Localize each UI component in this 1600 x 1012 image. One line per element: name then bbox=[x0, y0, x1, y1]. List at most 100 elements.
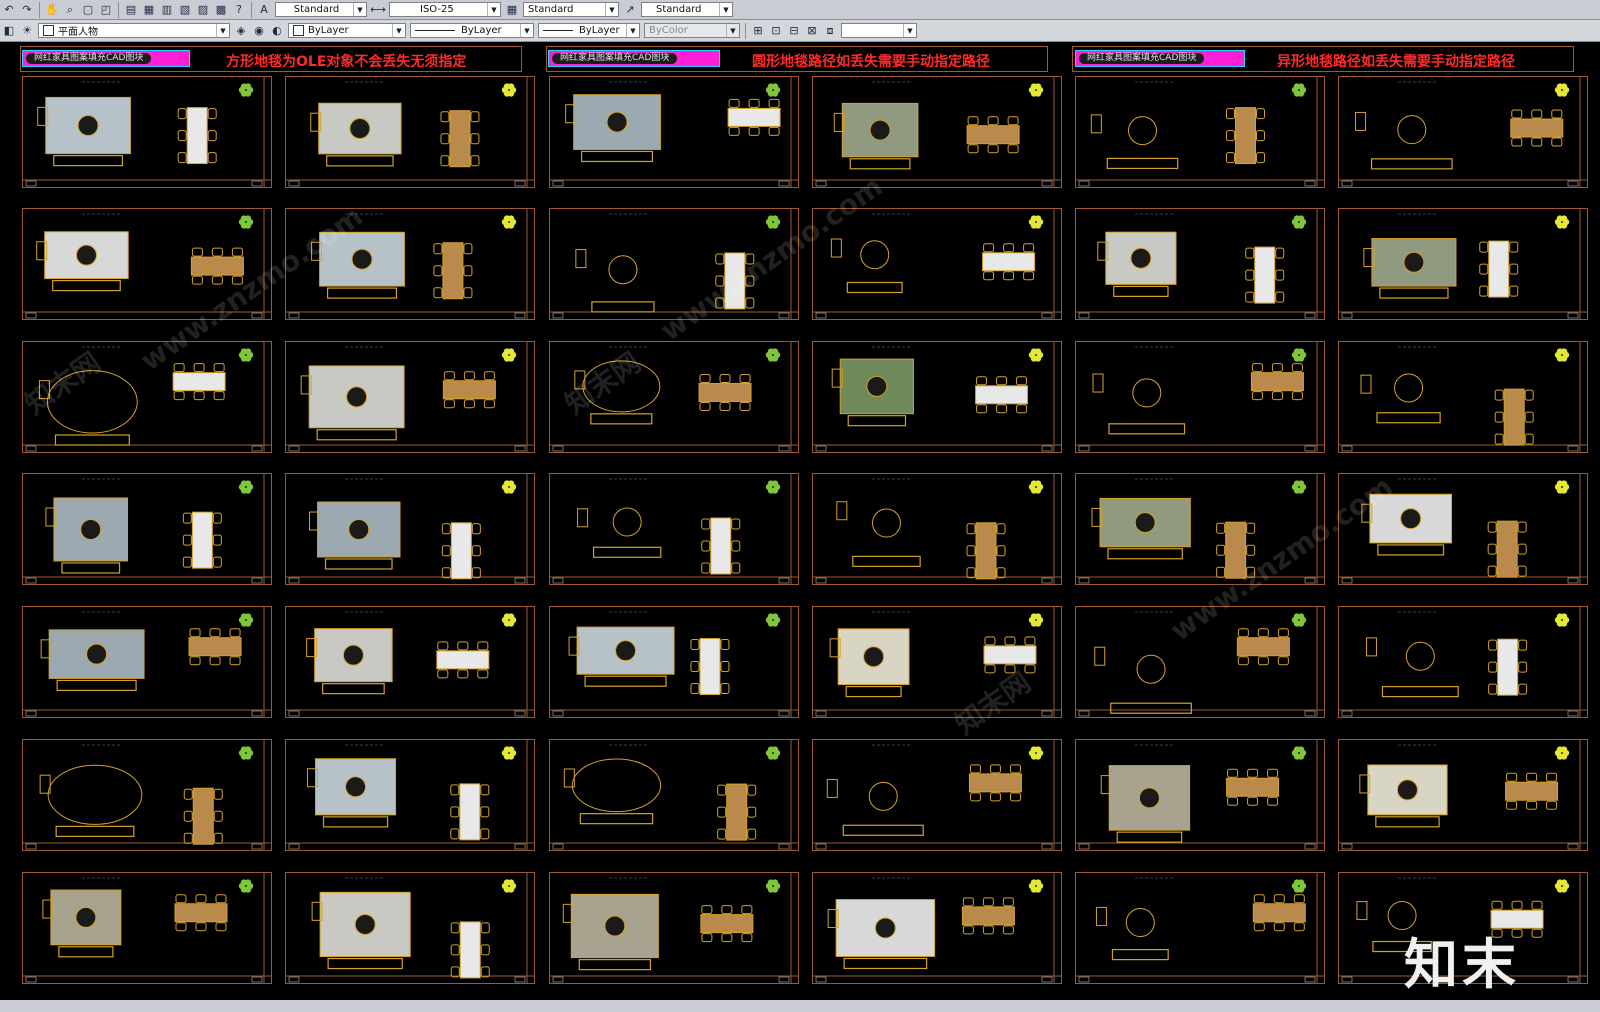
cad-block-cell[interactable] bbox=[1075, 606, 1325, 718]
coffee-table bbox=[1130, 247, 1152, 269]
cad-block-cell[interactable] bbox=[22, 872, 272, 984]
cad-block-cell[interactable] bbox=[285, 872, 535, 984]
dining-chair bbox=[1511, 109, 1523, 119]
viewport-icon[interactable]: ⊡ bbox=[768, 23, 784, 39]
mleader-style-dropdown[interactable]: Standard ▼ bbox=[641, 2, 733, 17]
viewport-scale-dropdown[interactable]: ▼ bbox=[841, 23, 917, 38]
text-style-dropdown[interactable]: Standard ▼ bbox=[275, 2, 367, 17]
text-style-icon[interactable]: A bbox=[256, 2, 272, 18]
corner-mark bbox=[1078, 577, 1090, 584]
viewport-icon[interactable]: ⧈ bbox=[822, 23, 838, 39]
mleader-style-icon[interactable]: ↗ bbox=[622, 2, 638, 18]
calculator-icon[interactable]: ▩ bbox=[213, 2, 229, 18]
cad-block-cell[interactable] bbox=[22, 473, 272, 585]
undo-icon[interactable]: ↶ bbox=[1, 2, 17, 18]
zoom-previous-icon[interactable]: ◰ bbox=[98, 2, 114, 18]
lineweight-dropdown[interactable]: ByLayer ▼ bbox=[538, 23, 640, 38]
cad-block-cell[interactable] bbox=[285, 341, 535, 453]
properties-icon[interactable]: ▤ bbox=[123, 2, 139, 18]
cad-block-cell[interactable] bbox=[285, 76, 535, 188]
table-style-icon[interactable]: ▦ bbox=[504, 2, 520, 18]
corner-mark bbox=[25, 577, 37, 584]
cad-block-cell[interactable] bbox=[285, 606, 535, 718]
cad-block-cell[interactable] bbox=[549, 606, 799, 718]
help-icon[interactable]: ? bbox=[231, 2, 247, 18]
design-center-icon[interactable]: ▦ bbox=[141, 2, 157, 18]
dining-chair bbox=[1506, 800, 1518, 810]
cad-block-cell[interactable] bbox=[285, 208, 535, 320]
cad-block-cell[interactable] bbox=[1338, 208, 1588, 320]
cad-block-cell[interactable] bbox=[1075, 208, 1325, 320]
block-drawing bbox=[1075, 606, 1325, 718]
dim-style-icon[interactable]: ⟷ bbox=[370, 2, 386, 18]
cad-block-cell[interactable] bbox=[812, 872, 1062, 984]
dining-chair bbox=[1004, 636, 1016, 646]
corner-mark bbox=[251, 445, 263, 452]
cad-block-cell[interactable] bbox=[1075, 76, 1325, 188]
layer-state-icon[interactable]: ☀ bbox=[19, 23, 35, 39]
cad-block-cell[interactable] bbox=[22, 341, 272, 453]
cad-block-cell[interactable] bbox=[1338, 473, 1588, 585]
dining-table bbox=[1497, 638, 1519, 696]
cad-block-cell[interactable] bbox=[812, 208, 1062, 320]
cad-block-cell[interactable] bbox=[285, 473, 535, 585]
sofa bbox=[326, 155, 394, 167]
zoom-realtime-icon[interactable]: ⌕ bbox=[62, 2, 78, 18]
dining-chair bbox=[212, 556, 222, 568]
viewport-icon[interactable]: ⊟ bbox=[786, 23, 802, 39]
redo-icon[interactable]: ↷ bbox=[19, 2, 35, 18]
cad-block-cell[interactable] bbox=[22, 739, 272, 851]
cad-block-cell[interactable] bbox=[1075, 872, 1325, 984]
cad-block-cell[interactable] bbox=[812, 473, 1062, 585]
cad-block-cell[interactable] bbox=[549, 473, 799, 585]
dim-style-dropdown[interactable]: ISO-25 ▼ bbox=[389, 2, 501, 17]
make-current-icon[interactable]: ◈ bbox=[233, 23, 249, 39]
cad-block-cell[interactable] bbox=[549, 76, 799, 188]
dining-chair bbox=[996, 404, 1008, 414]
corner-mark bbox=[552, 976, 564, 983]
cad-block-cell[interactable] bbox=[1338, 739, 1588, 851]
dining-chair bbox=[1531, 137, 1543, 147]
layer-previous-icon[interactable]: ◉ bbox=[251, 23, 267, 39]
plot-style-dropdown[interactable]: ByColor ▼ bbox=[644, 23, 740, 38]
sheet-set-icon[interactable]: ▧ bbox=[177, 2, 193, 18]
color-dropdown[interactable]: ByLayer ▼ bbox=[288, 23, 406, 38]
cad-block-cell[interactable] bbox=[812, 76, 1062, 188]
cad-block-cell[interactable] bbox=[812, 739, 1062, 851]
dining-chair bbox=[195, 922, 207, 932]
cad-block-cell[interactable] bbox=[285, 739, 535, 851]
cad-block-cell[interactable] bbox=[549, 341, 799, 453]
match-properties-icon[interactable]: ◐ bbox=[269, 23, 285, 39]
viewport-icon[interactable]: ⊠ bbox=[804, 23, 820, 39]
cad-block-cell[interactable] bbox=[549, 739, 799, 851]
dining-chair bbox=[211, 275, 223, 285]
layer-dropdown[interactable]: 平面人物 ▼ bbox=[38, 23, 230, 38]
dining-chair bbox=[996, 523, 1006, 535]
cad-block-cell[interactable] bbox=[1075, 739, 1325, 851]
cad-block-cell[interactable] bbox=[812, 606, 1062, 718]
sofa bbox=[324, 558, 393, 570]
drawing-canvas[interactable]: 网红家具图案填充CAD图块 方形地毯为OLE对象不会丢失无须指定 网红家具图案填… bbox=[0, 42, 1600, 1000]
viewport-icon[interactable]: ⊞ bbox=[750, 23, 766, 39]
cad-block-cell[interactable] bbox=[1075, 473, 1325, 585]
cad-block-cell[interactable] bbox=[22, 208, 272, 320]
cad-block-cell[interactable] bbox=[1338, 341, 1588, 453]
dining-chair bbox=[976, 404, 988, 414]
table-style-dropdown[interactable]: Standard ▼ bbox=[523, 2, 619, 17]
cad-block-cell[interactable] bbox=[22, 76, 272, 188]
cad-block-cell[interactable] bbox=[1075, 341, 1325, 453]
dining-chair bbox=[745, 253, 755, 265]
markup-icon[interactable]: ▨ bbox=[195, 2, 211, 18]
pan-icon[interactable]: ✋ bbox=[44, 2, 60, 18]
cad-block-cell[interactable] bbox=[549, 872, 799, 984]
layer-properties-icon[interactable]: ◧ bbox=[1, 23, 17, 39]
linetype-dropdown[interactable]: ByLayer ▼ bbox=[410, 23, 534, 38]
zoom-window-icon[interactable]: ▢ bbox=[80, 2, 96, 18]
dining-chair bbox=[701, 540, 711, 552]
cad-block-cell[interactable] bbox=[22, 606, 272, 718]
cad-block-cell[interactable] bbox=[1338, 76, 1588, 188]
cad-block-cell[interactable] bbox=[812, 341, 1062, 453]
cad-block-cell[interactable] bbox=[549, 208, 799, 320]
tool-palettes-icon[interactable]: ▥ bbox=[159, 2, 175, 18]
cad-block-cell[interactable] bbox=[1338, 606, 1588, 718]
